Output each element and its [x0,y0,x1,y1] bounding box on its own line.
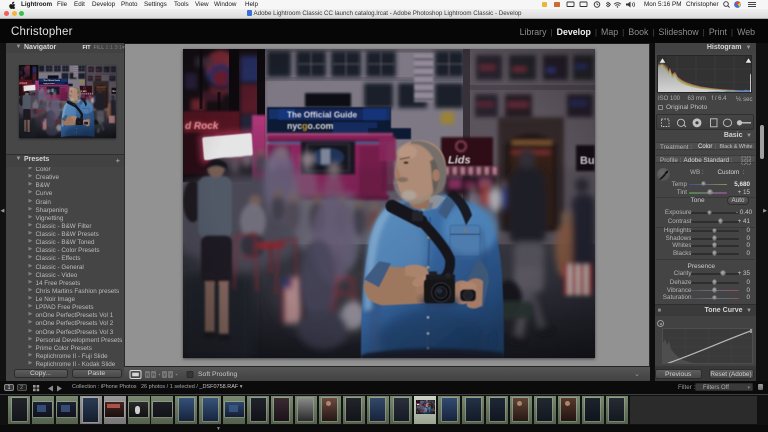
svg-text:Y: Y [163,372,166,377]
svg-text:Y: Y [169,372,172,377]
